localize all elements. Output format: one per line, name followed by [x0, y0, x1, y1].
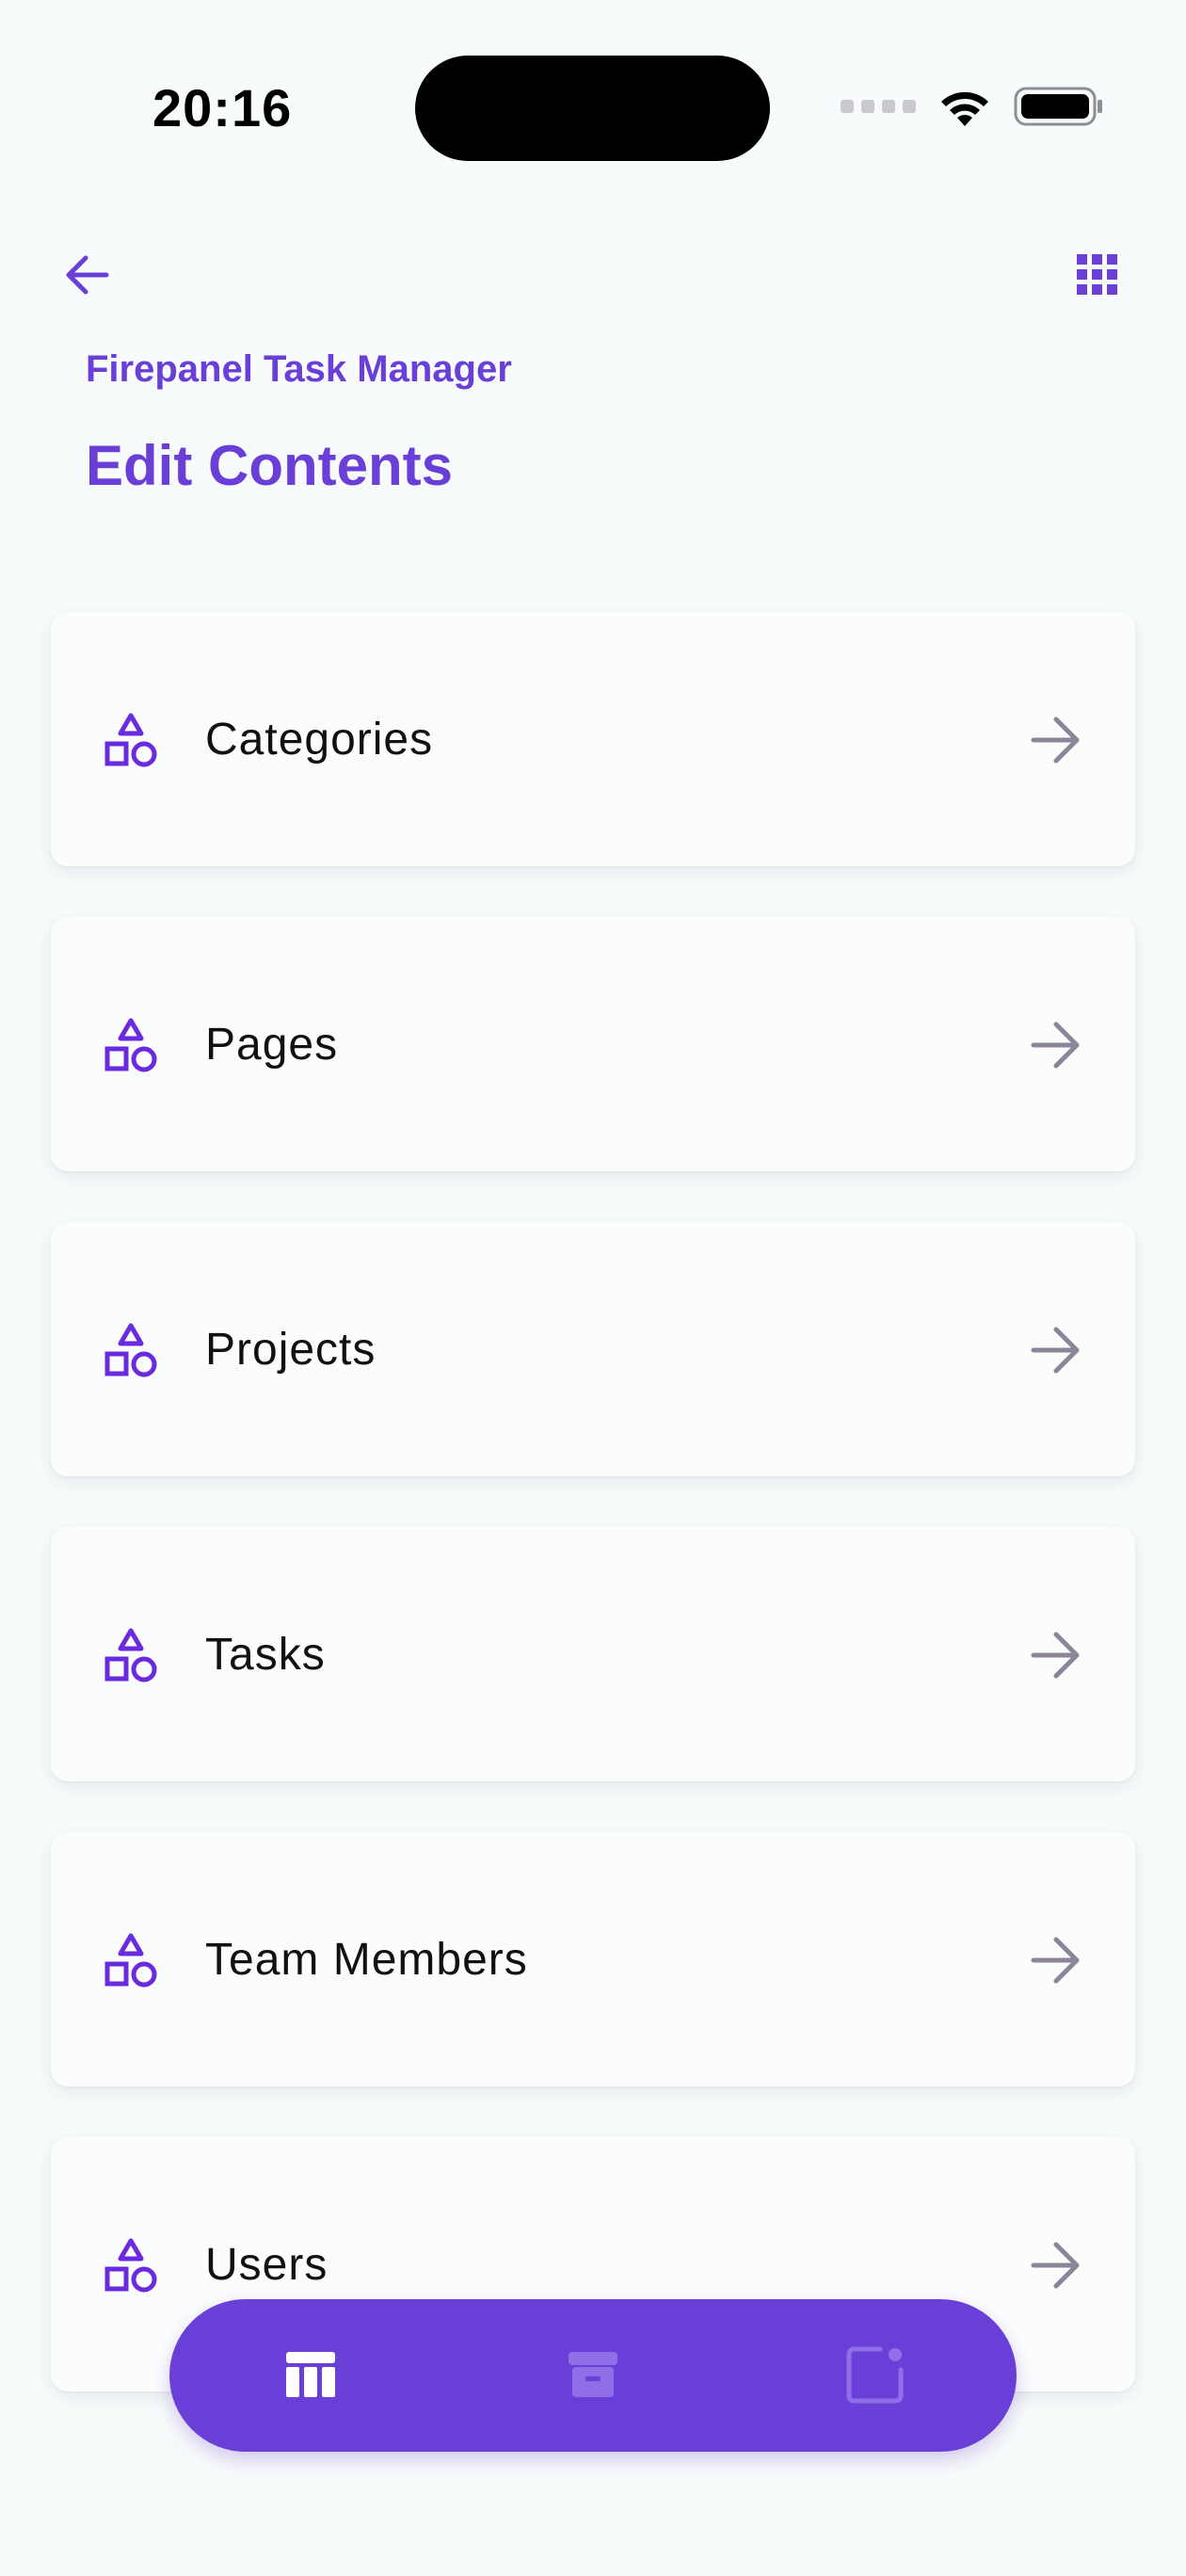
- archive-icon: [569, 2352, 617, 2397]
- dynamic-island: [415, 56, 770, 161]
- content-item-categories[interactable]: Categories: [51, 612, 1135, 866]
- nav-archive-button[interactable]: [555, 2337, 631, 2412]
- content-item-tasks[interactable]: Tasks: [51, 1527, 1135, 1781]
- status-icons: [841, 85, 1104, 128]
- shapes-icon: [104, 2238, 157, 2293]
- shapes-icon: [104, 1018, 157, 1072]
- content-type-list: Categories Pages Projects Tasks Team Mem…: [51, 612, 1135, 2442]
- notification-square-icon: [846, 2346, 904, 2404]
- arrow-right-icon: [1031, 1022, 1080, 1069]
- cellular-signal-icon: [841, 100, 916, 113]
- battery-icon: [1014, 87, 1102, 126]
- content-item-label: Pages: [205, 1020, 339, 1070]
- arrow-right-icon: [1031, 1937, 1080, 1984]
- grid-icon: [1077, 254, 1117, 295]
- content-item-label: Users: [205, 2240, 329, 2290]
- shapes-icon: [104, 1933, 157, 1988]
- content-item-label: Projects: [205, 1325, 377, 1375]
- content-item-label: Tasks: [205, 1630, 326, 1680]
- arrow-right-icon: [1031, 1327, 1080, 1374]
- wifi-icon: [941, 91, 988, 126]
- content-item-pages[interactable]: Pages: [51, 917, 1135, 1171]
- content-item-projects[interactable]: Projects: [51, 1222, 1135, 1476]
- bottom-nav: [169, 2299, 1017, 2452]
- shapes-icon: [104, 713, 157, 767]
- table-icon: [286, 2352, 335, 2397]
- page-title: Edit Contents: [86, 434, 453, 497]
- status-time: 20:16: [152, 78, 293, 137]
- content-item-label: Team Members: [205, 1935, 528, 1985]
- nav-notifications-button[interactable]: [838, 2337, 913, 2412]
- nav-content-button[interactable]: [273, 2337, 348, 2412]
- screen: 20:16 Firepanel Task Manager Edit Conten…: [0, 0, 1186, 2576]
- shapes-icon: [104, 1323, 157, 1377]
- arrow-left-icon: [66, 255, 109, 295]
- arrow-right-icon: [1031, 1632, 1080, 1679]
- arrow-right-icon: [1031, 2242, 1080, 2289]
- grid-menu-button[interactable]: [1075, 252, 1120, 298]
- app-name: Firepanel Task Manager: [86, 348, 512, 390]
- arrow-right-icon: [1031, 716, 1080, 764]
- back-button[interactable]: [58, 247, 115, 303]
- content-item-team-members[interactable]: Team Members: [51, 1832, 1135, 2086]
- shapes-icon: [104, 1628, 157, 1682]
- content-item-label: Categories: [205, 715, 434, 765]
